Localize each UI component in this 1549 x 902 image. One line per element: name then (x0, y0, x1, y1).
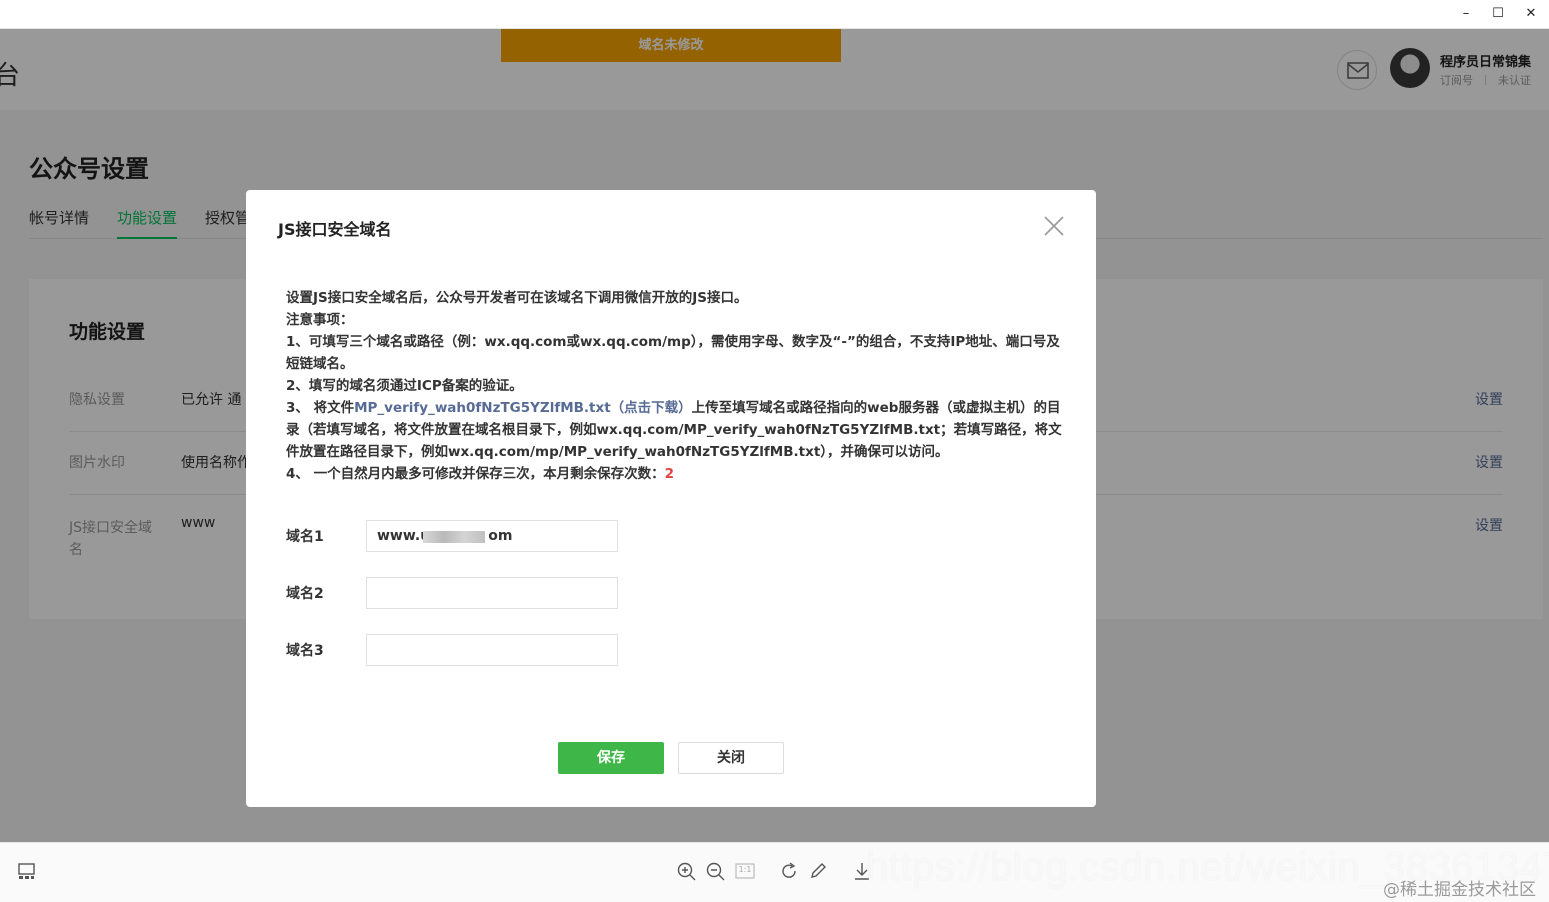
js-domain-dialog: JS接口安全域名 设置JS接口安全域名后，公众号开发者可在该域名下调用微信开放的… (246, 190, 1096, 807)
save-button[interactable]: 保存 (558, 742, 664, 774)
community-watermark: @稀土掘金技术社区 (1383, 880, 1536, 900)
window-titlebar: – ☐ ✕ (0, 0, 1549, 29)
edit-pencil-icon[interactable] (807, 860, 829, 882)
dialog-title: JS接口安全域名 (278, 220, 392, 239)
domain1-label: 域名1 (286, 529, 324, 545)
note-4-prefix: 4、 一个自然月内最多可修改并保存三次，本月剩余保存次数： (286, 466, 665, 482)
note-1: 1、可填写三个域名或路径（例：wx.qq.com或wx.qq.com/mp），需… (286, 334, 1060, 372)
actual-size-label: 1:1 (738, 865, 752, 874)
verify-file-link[interactable]: MP_verify_wah0fNzTG5YZlfMB.txt (354, 400, 611, 416)
actual-size-icon[interactable]: 1:1 (734, 860, 756, 882)
note-3: 3、 将文件MP_verify_wah0fNzTG5YZlfMB.txt（点击下… (286, 397, 1066, 463)
domain2-input[interactable] (366, 577, 618, 609)
intro-text: 设置JS接口安全域名后，公众号开发者可在该域名下调用微信开放的JS接口。 (286, 290, 748, 306)
thumbnail-panel-icon[interactable] (16, 860, 38, 882)
note-3-prefix: 3、 将文件 (286, 400, 355, 416)
domain3-input[interactable] (366, 634, 618, 666)
domain3-label: 域名3 (286, 643, 324, 659)
window-close-button[interactable]: ✕ (1517, 4, 1545, 24)
close-button[interactable]: 关闭 (678, 742, 784, 774)
redacted-blur (423, 531, 485, 543)
note-2: 2、填写的域名须通过ICP备案的验证。 (286, 378, 523, 394)
notes-heading: 注意事项： (286, 312, 354, 328)
rotate-icon[interactable] (778, 860, 800, 882)
zoom-out-icon[interactable] (704, 860, 726, 882)
domain1-value-end: om (488, 528, 513, 544)
maximize-button[interactable]: ☐ (1484, 4, 1512, 24)
close-icon[interactable] (1042, 214, 1066, 238)
minimize-button[interactable]: – (1452, 4, 1480, 24)
domain1-input[interactable]: www.u om (366, 520, 618, 552)
download-link[interactable]: （点击下载） (611, 400, 692, 416)
dialog-notes: 设置JS接口安全域名后，公众号开发者可在该域名下调用微信开放的JS接口。 注意事… (286, 287, 1066, 485)
note-4: 4、 一个自然月内最多可修改并保存三次，本月剩余保存次数：2 (286, 463, 1066, 485)
zoom-in-icon[interactable] (675, 860, 697, 882)
domain2-label: 域名2 (286, 586, 324, 602)
remaining-count: 2 (664, 466, 674, 482)
